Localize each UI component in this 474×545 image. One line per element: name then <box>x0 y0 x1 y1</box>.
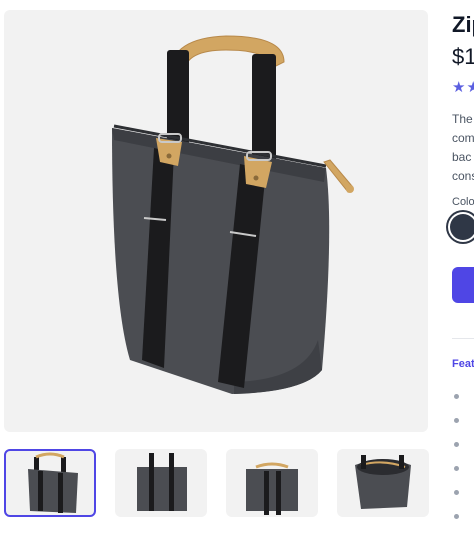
main-product-image[interactable] <box>4 10 428 432</box>
tote-bag-illustration <box>112 35 354 394</box>
divider <box>452 338 474 339</box>
add-to-bag-button[interactable] <box>452 267 474 303</box>
feature-bullet <box>454 514 459 519</box>
feature-bullet <box>454 394 459 399</box>
tote-side-thumbnail <box>246 462 298 515</box>
thumbnail-open[interactable] <box>337 449 429 517</box>
thumbnail-front[interactable] <box>4 449 96 517</box>
thumbnail-strip <box>4 449 429 521</box>
tote-open-thumbnail <box>355 455 411 509</box>
features-heading: Feat <box>452 358 474 370</box>
tote-back-thumbnail <box>137 453 187 511</box>
product-title: Zip <box>452 12 474 37</box>
tote-front-thumbnail <box>28 452 78 513</box>
description-line: cons <box>452 169 474 183</box>
rating-stars: ★★ <box>452 79 474 96</box>
description-line: bac <box>452 150 472 164</box>
product-description: The com bac cons <box>452 110 474 186</box>
feature-bullet <box>454 442 459 447</box>
product-info-panel: Zip $1 ★★ The com bac cons Colo Feat <box>440 0 474 545</box>
description-line: The <box>452 112 473 126</box>
color-swatch-charcoal[interactable] <box>450 214 474 240</box>
thumbnail-back[interactable] <box>115 449 207 517</box>
feature-bullet <box>454 490 459 495</box>
product-price: $1 <box>452 44 474 69</box>
feature-bullet <box>454 418 459 423</box>
color-label: Colo <box>452 196 474 208</box>
description-line: com <box>452 131 474 145</box>
thumbnail-side[interactable] <box>226 449 318 517</box>
feature-bullet <box>454 466 459 471</box>
